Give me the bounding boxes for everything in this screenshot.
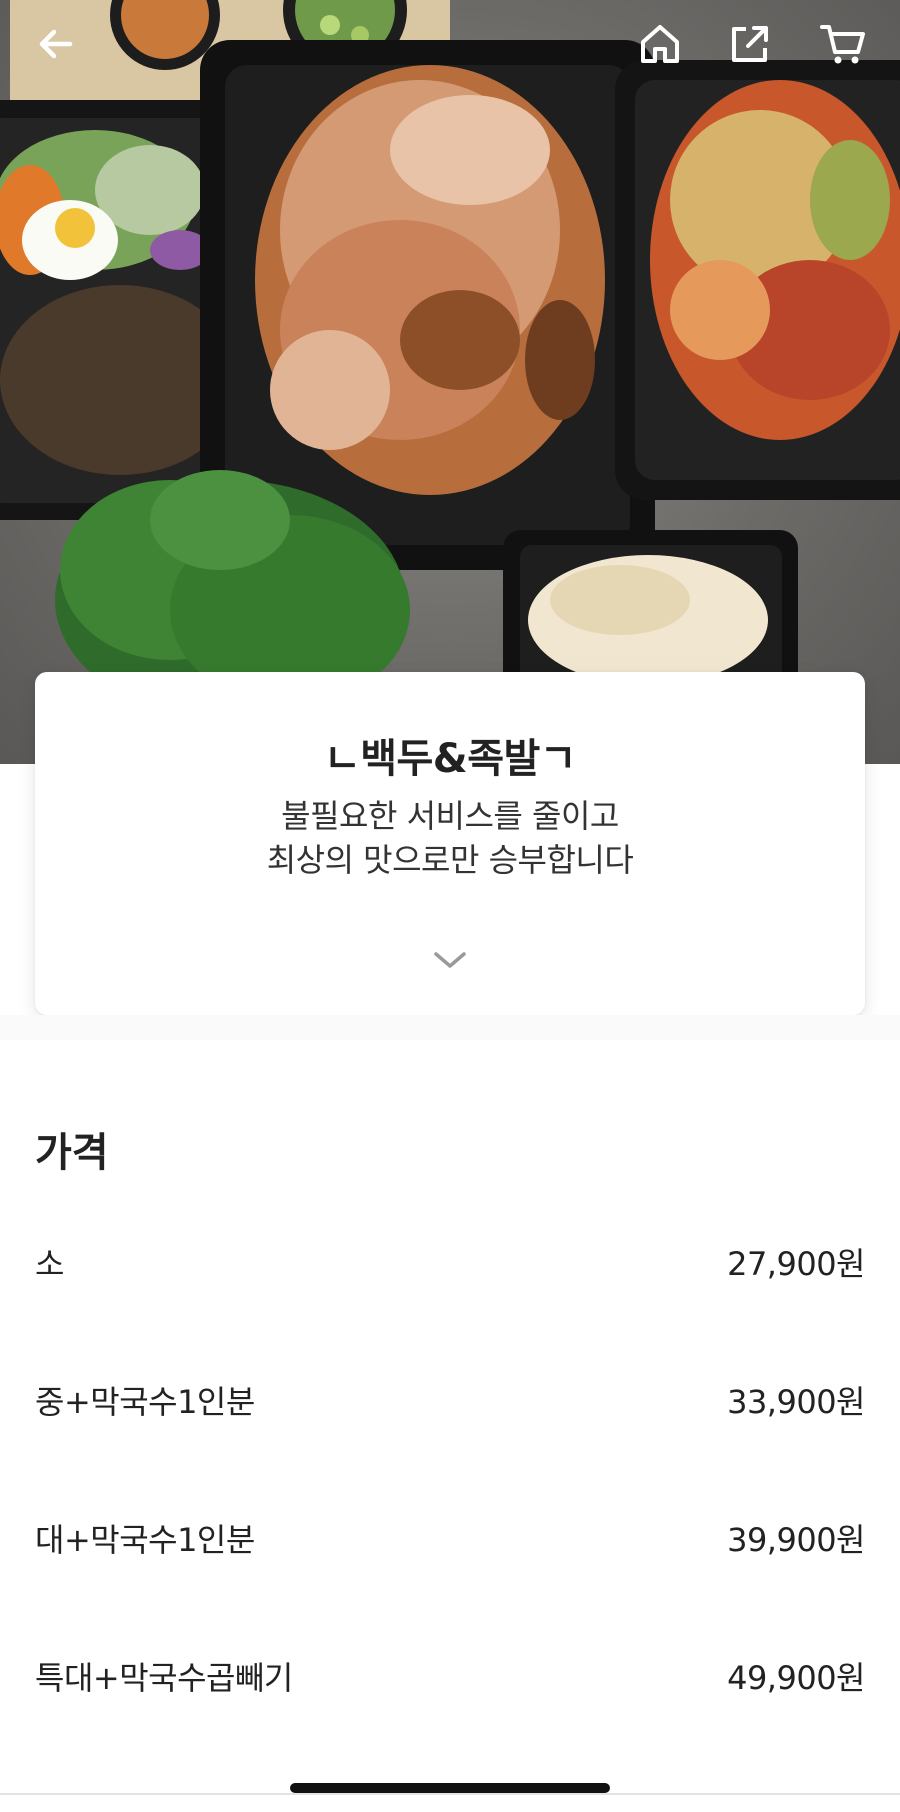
price-row: 대+막국수1인분 39,900원	[35, 1508, 865, 1568]
price-item-label: 소	[35, 1245, 64, 1283]
cart-icon	[820, 21, 866, 67]
store-name: ㄴ백두&족발ㄱ	[323, 736, 577, 782]
share-button[interactable]	[720, 14, 780, 74]
cart-button[interactable]	[813, 14, 873, 74]
expand-description-button[interactable]	[430, 942, 470, 982]
price-item-value: 33,900원	[727, 1383, 865, 1421]
price-item-value: 49,900원	[727, 1659, 865, 1697]
back-button[interactable]	[26, 14, 86, 74]
store-info-card: ㄴ백두&족발ㄱ 불필요한 서비스를 줄이고 최상의 맛으로만 승부합니다	[35, 672, 865, 1015]
home-button[interactable]	[630, 14, 690, 74]
store-description-line1: 불필요한 서비스를 줄이고	[281, 797, 619, 835]
price-row: 중+막국수1인분 33,900원	[35, 1370, 865, 1430]
share-icon	[729, 23, 771, 65]
price-row: 소 27,900원	[35, 1232, 865, 1292]
price-item-label: 대+막국수1인분	[35, 1521, 255, 1559]
store-description: 불필요한 서비스를 줄이고 최상의 맛으로만 승부합니다	[35, 794, 865, 882]
arrow-left-icon	[36, 24, 76, 64]
section-divider	[0, 1015, 900, 1040]
price-row: 특대+막국수곱빼기 49,900원	[35, 1646, 865, 1706]
home-icon	[638, 22, 682, 66]
price-item-label: 중+막국수1인분	[35, 1383, 255, 1421]
home-indicator-bar[interactable]	[290, 1783, 610, 1793]
price-item-value: 39,900원	[727, 1521, 865, 1559]
store-description-line2: 최상의 맛으로만 승부합니다	[266, 841, 634, 879]
hero-food-photo	[0, 0, 900, 764]
bottom-divider	[0, 1793, 900, 1795]
price-item-value: 27,900원	[727, 1245, 865, 1283]
price-item-label: 특대+막국수곱빼기	[35, 1659, 293, 1697]
chevron-down-icon	[433, 950, 467, 974]
price-section-title: 가격	[35, 1130, 109, 1176]
